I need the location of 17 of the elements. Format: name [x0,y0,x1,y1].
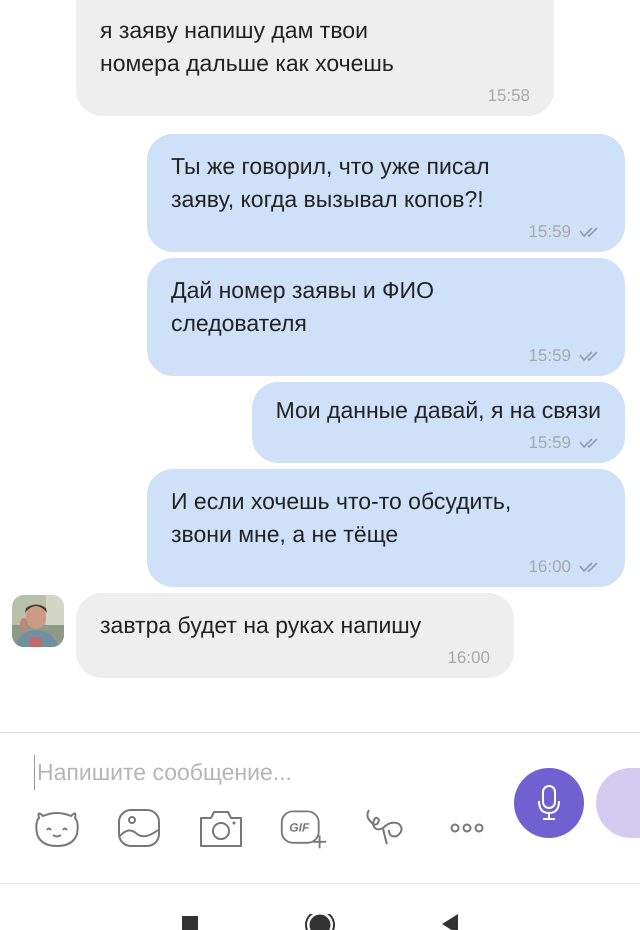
message-field[interactable]: Напишите сообщение... [34,755,457,790]
message-time: 16:00 [447,648,490,668]
triangle-icon [440,914,460,930]
message-time: 15:58 [487,86,530,106]
message-time: 15:59 [528,346,571,366]
message-text: И если хочешь что-то обсудить, звони мне, а не тёще [171,487,512,549]
message-text: Ты же говорил, что уже писал заяву, когда вызывал копов?! [171,152,491,214]
message-time: 15:59 [528,433,571,453]
more-icon [450,823,484,833]
message-text: Дай номер заявы и ФИО следователя [171,276,435,338]
message-time: 15:59 [528,222,571,242]
message-text: Мои данные давай, я на связи [276,396,601,425]
image-icon [115,806,163,850]
message-text: завтра будет на руках напишу [100,611,422,640]
message-time: 16:00 [528,557,571,577]
home-button[interactable] [305,914,335,930]
message-text: я заяву напишу дам твои номера дальше как хочешь [100,16,395,78]
